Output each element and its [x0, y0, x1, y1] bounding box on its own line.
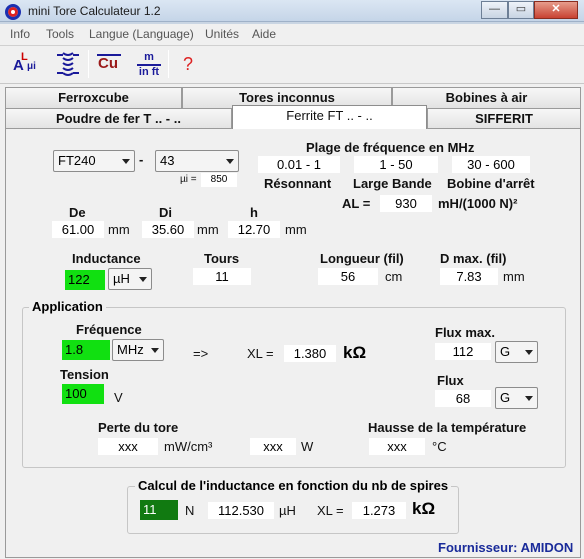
tab-sifferit[interactable]: SIFFERIT — [427, 108, 581, 129]
di-value: 35.60 — [142, 221, 194, 238]
calc-legend: Calcul de l'inductance en fonction du nb… — [135, 478, 452, 493]
tours-label: Tours — [204, 251, 240, 266]
spires-unit: N — [185, 503, 195, 518]
frequence-input[interactable]: 1.8 — [62, 340, 110, 360]
coil-icon — [57, 52, 79, 76]
flux-label: Flux — [437, 373, 464, 388]
flux-value: 68 — [435, 390, 491, 407]
flux-max-unit-select[interactable]: G — [495, 341, 538, 363]
label-large-bande: Large Bande — [353, 176, 432, 191]
perte-label: Perte du tore — [98, 420, 179, 435]
xl-unit: kΩ — [343, 343, 367, 362]
application-legend: Application — [29, 299, 106, 314]
chevron-down-icon — [151, 348, 159, 353]
range-large-bande: 1 - 50 — [354, 156, 438, 173]
material-select[interactable]: 43 — [155, 150, 239, 172]
label-bobine-arret: Bobine d'arrêt — [447, 176, 535, 191]
perte-value: xxx — [98, 438, 158, 455]
hausse-value: xxx — [369, 438, 425, 455]
h-unit: mm — [285, 222, 307, 237]
supplier-label: Fournisseur: AMIDON — [438, 540, 574, 555]
longueur-value: 56 — [318, 268, 378, 285]
dash-label: - — [139, 152, 144, 167]
close-button[interactable]: ✕ — [534, 1, 578, 19]
de-unit: mm — [108, 222, 130, 237]
calc-inductance-unit: µH — [279, 503, 296, 518]
perte-unit: mW/cm³ — [164, 439, 213, 454]
tours-value: 11 — [193, 268, 251, 285]
calc-xl-label: XL = — [317, 503, 344, 518]
al-unit: mH/(1000 N)² — [438, 196, 518, 211]
flux-max-label: Flux max. — [435, 325, 495, 340]
frequence-label: Fréquence — [76, 322, 142, 337]
tab-poudre-fer[interactable]: Poudre de fer T .. - .. — [5, 108, 232, 129]
al-value: 930 — [380, 195, 432, 212]
de-value: 61.00 — [52, 221, 104, 238]
h-label: h — [250, 205, 258, 220]
calc-inductance-value: 112.530 — [208, 502, 274, 519]
hausse-label: Hausse de la température — [368, 420, 527, 435]
copper-wire-button[interactable]: Cu — [92, 48, 124, 80]
wire-line-icon — [97, 54, 121, 57]
calc-xl-value: 1.273 — [352, 502, 406, 519]
watt-value: xxx — [250, 438, 296, 455]
al-label: AL = — [342, 196, 371, 211]
xl-label: XL = — [247, 346, 274, 361]
flux-unit-select[interactable]: G — [495, 387, 538, 409]
tab-ferrite-ft[interactable]: Ferrite FT .. - .. — [232, 105, 427, 129]
tension-input[interactable]: 100 — [62, 384, 104, 404]
menu-tools[interactable]: Tools — [46, 27, 74, 41]
menu-aide[interactable]: Aide — [252, 27, 276, 41]
chevron-down-icon — [525, 350, 533, 355]
freq-range-title: Plage de fréquence en MHz — [306, 140, 475, 155]
menu-info[interactable]: Info — [10, 27, 30, 41]
app-icon — [5, 4, 21, 20]
range-bobine-arret: 30 - 600 — [452, 156, 530, 173]
core-size-select[interactable]: FT240 — [53, 150, 135, 172]
inductance-input[interactable]: 122 — [65, 270, 105, 290]
flux-max-value: 112 — [435, 343, 491, 360]
dmax-value: 7.83 — [440, 268, 498, 285]
minimize-button[interactable]: — — [481, 1, 508, 19]
arrow-label: => — [193, 346, 209, 361]
hausse-unit: °C — [432, 439, 447, 454]
chevron-down-icon — [122, 159, 130, 164]
dmax-unit: mm — [503, 269, 525, 284]
tension-label: Tension — [60, 367, 109, 382]
maximize-button[interactable]: ▭ — [508, 1, 534, 19]
coil-icon-button[interactable] — [52, 48, 84, 80]
di-label: Di — [159, 205, 172, 220]
chevron-down-icon — [226, 159, 234, 164]
inductance-calc-button[interactable]: A L μi — [8, 48, 40, 80]
menu-bar — [0, 24, 584, 46]
inductance-unit-select[interactable]: µH — [108, 268, 152, 290]
longueur-unit: cm — [385, 269, 403, 284]
toolbar-separator — [168, 50, 169, 78]
help-button[interactable]: ? — [172, 48, 204, 80]
mui-value: 850 — [201, 173, 237, 187]
tab-ferroxcube[interactable]: Ferroxcube — [5, 87, 182, 108]
dmax-label: D max. (fil) — [440, 251, 507, 266]
tension-unit: V — [114, 390, 123, 405]
h-value: 12.70 — [228, 221, 280, 238]
inductance-label: Inductance — [72, 251, 141, 266]
longueur-label: Longueur (fil) — [320, 251, 404, 266]
label-resonnant: Résonnant — [264, 176, 332, 191]
watt-unit: W — [301, 439, 314, 454]
mui-label: µi = — [180, 174, 197, 185]
unit-convert-button[interactable]: m in ft — [133, 48, 165, 80]
xl-value: 1.380 — [284, 345, 336, 362]
frequence-unit-select[interactable]: MHz — [112, 339, 164, 361]
chevron-down-icon — [139, 277, 147, 282]
calc-xl-unit: kΩ — [412, 499, 436, 518]
window-title: mini Tore Calculateur 1.2 — [28, 4, 161, 18]
menu-unites[interactable]: Unités — [205, 27, 239, 41]
spires-input[interactable]: 11 — [140, 500, 178, 520]
menu-langue[interactable]: Langue (Language) — [89, 27, 194, 41]
chevron-down-icon — [525, 396, 533, 401]
de-label: De — [69, 205, 86, 220]
toolbar-separator — [88, 50, 89, 78]
di-unit: mm — [197, 222, 219, 237]
range-resonnant: 0.01 - 1 — [258, 156, 340, 173]
